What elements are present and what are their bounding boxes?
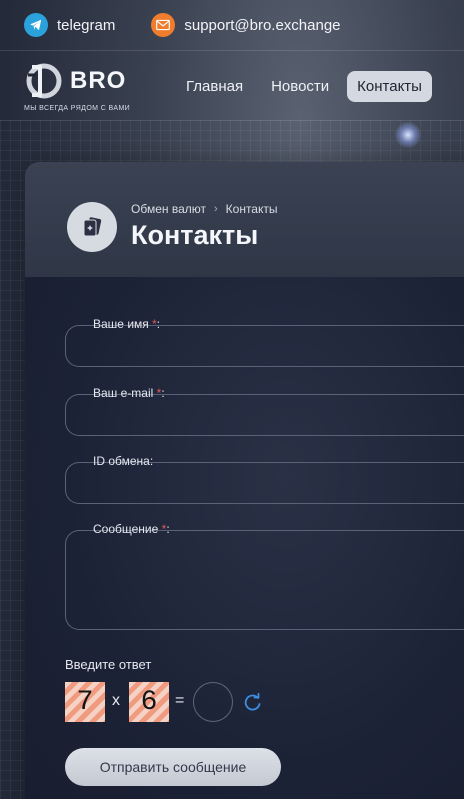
captcha-title: Введите ответ <box>65 657 152 672</box>
captcha-answer-input[interactable] <box>193 682 233 722</box>
email-link[interactable]: support@bro.exchange <box>151 13 341 37</box>
nav-item-home[interactable]: Главная <box>176 71 253 102</box>
logo[interactable]: BRO МЫ ВСЕГДА РЯДОМ С ВАМИ <box>24 61 154 112</box>
captcha-number-a: 7 <box>65 682 105 722</box>
captcha-number-b: 6 <box>129 682 169 722</box>
background-glow <box>395 122 421 148</box>
nav-item-contacts[interactable]: Контакты <box>347 71 432 102</box>
top-contact-bar: telegram support@bro.exchange <box>0 0 464 50</box>
captcha-area: Введите ответ 7 x 6 = Отправить сообщени… <box>25 162 464 799</box>
logo-mark-icon <box>26 63 62 99</box>
email-label: support@bro.exchange <box>184 16 341 34</box>
logo-text: BRO <box>70 67 127 94</box>
header-divider <box>0 120 464 121</box>
envelope-icon <box>151 13 176 37</box>
site-header: BRO МЫ ВСЕГДА РЯДОМ С ВАМИ Главная Новос… <box>0 51 464 121</box>
refresh-icon[interactable] <box>243 692 263 712</box>
main-nav: Главная Новости Контакты <box>176 71 432 102</box>
telegram-icon <box>24 13 48 37</box>
submit-button[interactable]: Отправить сообщение <box>65 748 281 786</box>
captcha-operator: x <box>112 692 120 709</box>
telegram-label: telegram <box>57 16 116 34</box>
logo-tagline: МЫ ВСЕГДА РЯДОМ С ВАМИ <box>24 105 131 112</box>
captcha-equals: = <box>175 692 185 709</box>
nav-item-news[interactable]: Новости <box>261 71 339 102</box>
telegram-link[interactable]: telegram <box>24 13 115 37</box>
